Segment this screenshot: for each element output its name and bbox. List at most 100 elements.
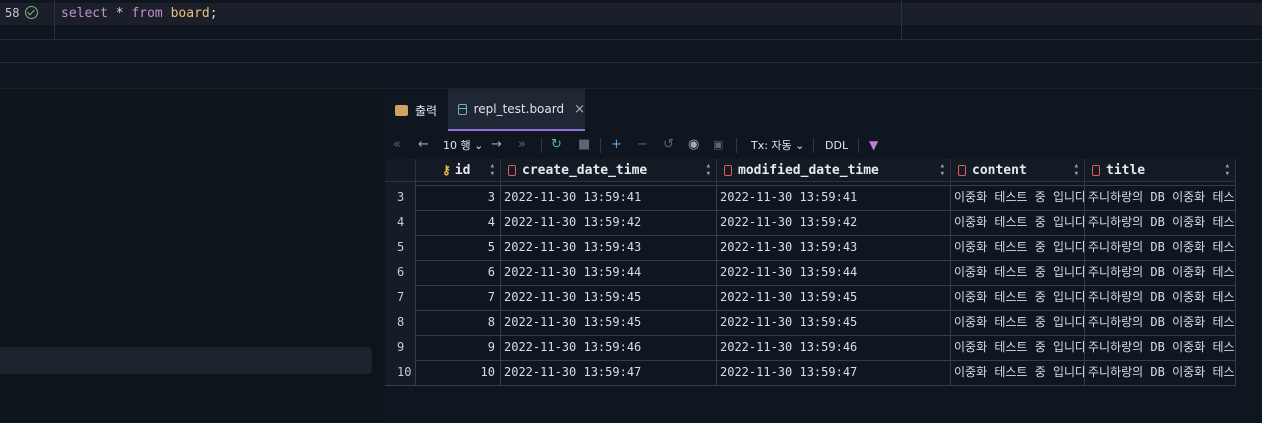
cell-id[interactable]: 3 bbox=[416, 185, 501, 210]
remove-row-icon[interactable]: − bbox=[637, 137, 648, 153]
row-number[interactable]: 7 bbox=[385, 285, 416, 310]
table-row[interactable]: 3 3 2022-11-30 13:59:41 2022-11-30 13:59:41… bbox=[385, 185, 1236, 211]
row-count-dropdown[interactable]: 10 행 ⌄ bbox=[443, 138, 483, 154]
cell-create-date-time[interactable]: 2022-11-30 13:59:45 bbox=[501, 310, 717, 335]
row-number[interactable]: 4 bbox=[385, 210, 416, 235]
row-count-label: 10 행 bbox=[443, 139, 471, 152]
column-icon bbox=[724, 164, 732, 176]
cell-modified-date-time[interactable]: 2022-11-30 13:59:44 bbox=[717, 260, 951, 285]
column-header-modified-date-time[interactable]: modified_date_time ▴ ▾ bbox=[717, 159, 951, 181]
sort-icon[interactable]: ▴ ▾ bbox=[1225, 162, 1230, 179]
cell-title[interactable]: 주니하랑의 DB 이중화 테스트 bbox=[1085, 335, 1236, 360]
cell-create-date-time[interactable]: 2022-11-30 13:59:42 bbox=[501, 210, 717, 235]
cell-title[interactable]: 주니하랑의 DB 이중화 테스트 bbox=[1085, 285, 1236, 310]
column-header-content[interactable]: content ▴ ▾ bbox=[951, 159, 1085, 181]
row-number[interactable]: 10 bbox=[385, 360, 416, 385]
save-icon[interactable]: ▣ bbox=[713, 137, 723, 153]
cell-id[interactable]: 4 bbox=[416, 210, 501, 235]
column-header-id[interactable]: ⚷ id ▴ ▾ bbox=[416, 159, 501, 181]
first-page-icon[interactable]: « bbox=[393, 137, 401, 153]
row-number[interactable]: 8 bbox=[385, 310, 416, 335]
table-row[interactable]: 8 8 2022-11-30 13:59:45 2022-11-30 13:59:45… bbox=[385, 310, 1236, 336]
cell-id[interactable]: 7 bbox=[416, 285, 501, 310]
cell-modified-date-time[interactable]: 2022-11-30 13:59:47 bbox=[717, 360, 951, 385]
prev-page-icon[interactable]: ← bbox=[418, 137, 429, 153]
results-panel: 출력 repl_test.board × « ← 10 행 ⌄ → » ↻ ■ … bbox=[385, 89, 1262, 417]
table-row[interactable]: 4 4 2022-11-30 13:59:42 2022-11-30 13:59:42… bbox=[385, 210, 1236, 236]
next-page-icon[interactable]: → bbox=[491, 137, 502, 153]
cell-content[interactable]: 이중화 테스트 중 입니다! bbox=[951, 310, 1085, 335]
cell-content[interactable]: 이중화 테스트 중 입니다! bbox=[951, 260, 1085, 285]
cell-modified-date-time[interactable]: 2022-11-30 13:59:45 bbox=[717, 310, 951, 335]
cell-modified-date-time[interactable]: 2022-11-30 13:59:46 bbox=[717, 335, 951, 360]
table-row[interactable]: 10 10 2022-11-30 13:59:47 2022-11-30 13:59:… bbox=[385, 360, 1236, 386]
cell-content[interactable]: 이중화 테스트 중 입니다! bbox=[951, 185, 1085, 210]
sql-code-line[interactable]: select * from board; bbox=[61, 6, 218, 21]
table-row[interactable]: 5 5 2022-11-30 13:59:43 2022-11-30 13:59:43… bbox=[385, 235, 1236, 261]
cell-create-date-time[interactable]: 2022-11-30 13:59:41 bbox=[501, 185, 717, 210]
cell-id[interactable]: 5 bbox=[416, 235, 501, 260]
cell-title[interactable]: 주니하랑의 DB 이중화 테스트 bbox=[1085, 235, 1236, 260]
cell-title[interactable]: 주니하랑의 DB 이중화 테스트 bbox=[1085, 210, 1236, 235]
table-row[interactable]: 7 7 2022-11-30 13:59:45 2022-11-30 13:59:45… bbox=[385, 285, 1236, 311]
cell-title[interactable]: 주니하랑의 DB 이중화 테스트 bbox=[1085, 185, 1236, 210]
toolbar-separator bbox=[541, 138, 542, 153]
tab-output[interactable]: 출력 bbox=[395, 89, 437, 131]
pin-icon[interactable]: ▼ bbox=[869, 137, 878, 153]
selected-list-item[interactable] bbox=[0, 347, 372, 374]
stop-icon[interactable]: ■ bbox=[578, 137, 590, 153]
keyword-from: from bbox=[131, 6, 163, 21]
revert-icon[interactable]: ↺ bbox=[663, 137, 674, 153]
row-number[interactable]: 9 bbox=[385, 335, 416, 360]
close-icon[interactable]: × bbox=[574, 102, 585, 117]
check-circle-icon[interactable] bbox=[25, 6, 38, 19]
eye-icon[interactable]: ◉ bbox=[688, 137, 699, 153]
cell-content[interactable]: 이중화 테스트 중 입니다! bbox=[951, 360, 1085, 385]
tx-mode-label: Tx: 자동 bbox=[751, 139, 792, 152]
cell-create-date-time[interactable]: 2022-11-30 13:59:43 bbox=[501, 235, 717, 260]
add-row-icon[interactable]: + bbox=[611, 137, 622, 153]
cell-content[interactable]: 이중화 테스트 중 입니다! bbox=[951, 335, 1085, 360]
row-number[interactable]: 6 bbox=[385, 260, 416, 285]
cell-id[interactable]: 6 bbox=[416, 260, 501, 285]
cell-id[interactable]: 8 bbox=[416, 310, 501, 335]
row-number[interactable]: 3 bbox=[385, 185, 416, 210]
column-header-create-date-time[interactable]: create_date_time ▴ ▾ bbox=[501, 159, 717, 181]
cell-title[interactable]: 주니하랑의 DB 이중화 테스트 bbox=[1085, 360, 1236, 385]
table-row[interactable]: 6 6 2022-11-30 13:59:44 2022-11-30 13:59:44… bbox=[385, 260, 1236, 286]
cell-content[interactable]: 이중화 테스트 중 입니다! bbox=[951, 285, 1085, 310]
last-page-icon[interactable]: » bbox=[518, 137, 526, 153]
cell-content[interactable]: 이중화 테스트 중 입니다! bbox=[951, 210, 1085, 235]
sort-icon[interactable]: ▴ ▾ bbox=[940, 162, 945, 179]
row-number[interactable]: 5 bbox=[385, 235, 416, 260]
table-row[interactable]: 9 9 2022-11-30 13:59:46 2022-11-30 13:59:46… bbox=[385, 335, 1236, 361]
tab-repl-test-board[interactable]: repl_test.board × bbox=[448, 89, 585, 131]
cell-modified-date-time[interactable]: 2022-11-30 13:59:43 bbox=[717, 235, 951, 260]
sql-editor[interactable]: 58 select * from board; bbox=[0, 0, 1262, 62]
table-name-token: board bbox=[170, 6, 210, 21]
transaction-mode-dropdown[interactable]: Tx: 자동 ⌄ bbox=[751, 138, 804, 154]
sort-icon[interactable]: ▴ ▾ bbox=[490, 162, 495, 179]
keyword-select: select bbox=[61, 6, 108, 21]
cell-title[interactable]: 주니하랑의 DB 이중화 테스트 bbox=[1085, 260, 1236, 285]
ddl-button[interactable]: DDL bbox=[825, 138, 848, 154]
output-icon bbox=[395, 104, 408, 116]
cell-create-date-time[interactable]: 2022-11-30 13:59:44 bbox=[501, 260, 717, 285]
cell-id[interactable]: 9 bbox=[416, 335, 501, 360]
cell-title[interactable]: 주니하랑의 DB 이중화 테스트 bbox=[1085, 310, 1236, 335]
cell-create-date-time[interactable]: 2022-11-30 13:59:45 bbox=[501, 285, 717, 310]
column-header-title[interactable]: title ▴ ▾ bbox=[1085, 159, 1236, 181]
cell-id[interactable]: 10 bbox=[416, 360, 501, 385]
column-icon bbox=[958, 164, 966, 176]
toolbar-separator bbox=[813, 138, 814, 153]
cell-create-date-time[interactable]: 2022-11-30 13:59:46 bbox=[501, 335, 717, 360]
cell-modified-date-time[interactable]: 2022-11-30 13:59:42 bbox=[717, 210, 951, 235]
cell-create-date-time[interactable]: 2022-11-30 13:59:47 bbox=[501, 360, 717, 385]
sort-icon[interactable]: ▴ ▾ bbox=[706, 162, 711, 179]
cell-modified-date-time[interactable]: 2022-11-30 13:59:41 bbox=[717, 185, 951, 210]
sort-icon[interactable]: ▴ ▾ bbox=[1074, 162, 1079, 179]
table-icon bbox=[458, 103, 467, 115]
cell-modified-date-time[interactable]: 2022-11-30 13:59:45 bbox=[717, 285, 951, 310]
refresh-icon[interactable]: ↻ bbox=[551, 137, 562, 153]
cell-content[interactable]: 이중화 테스트 중 입니다! bbox=[951, 235, 1085, 260]
